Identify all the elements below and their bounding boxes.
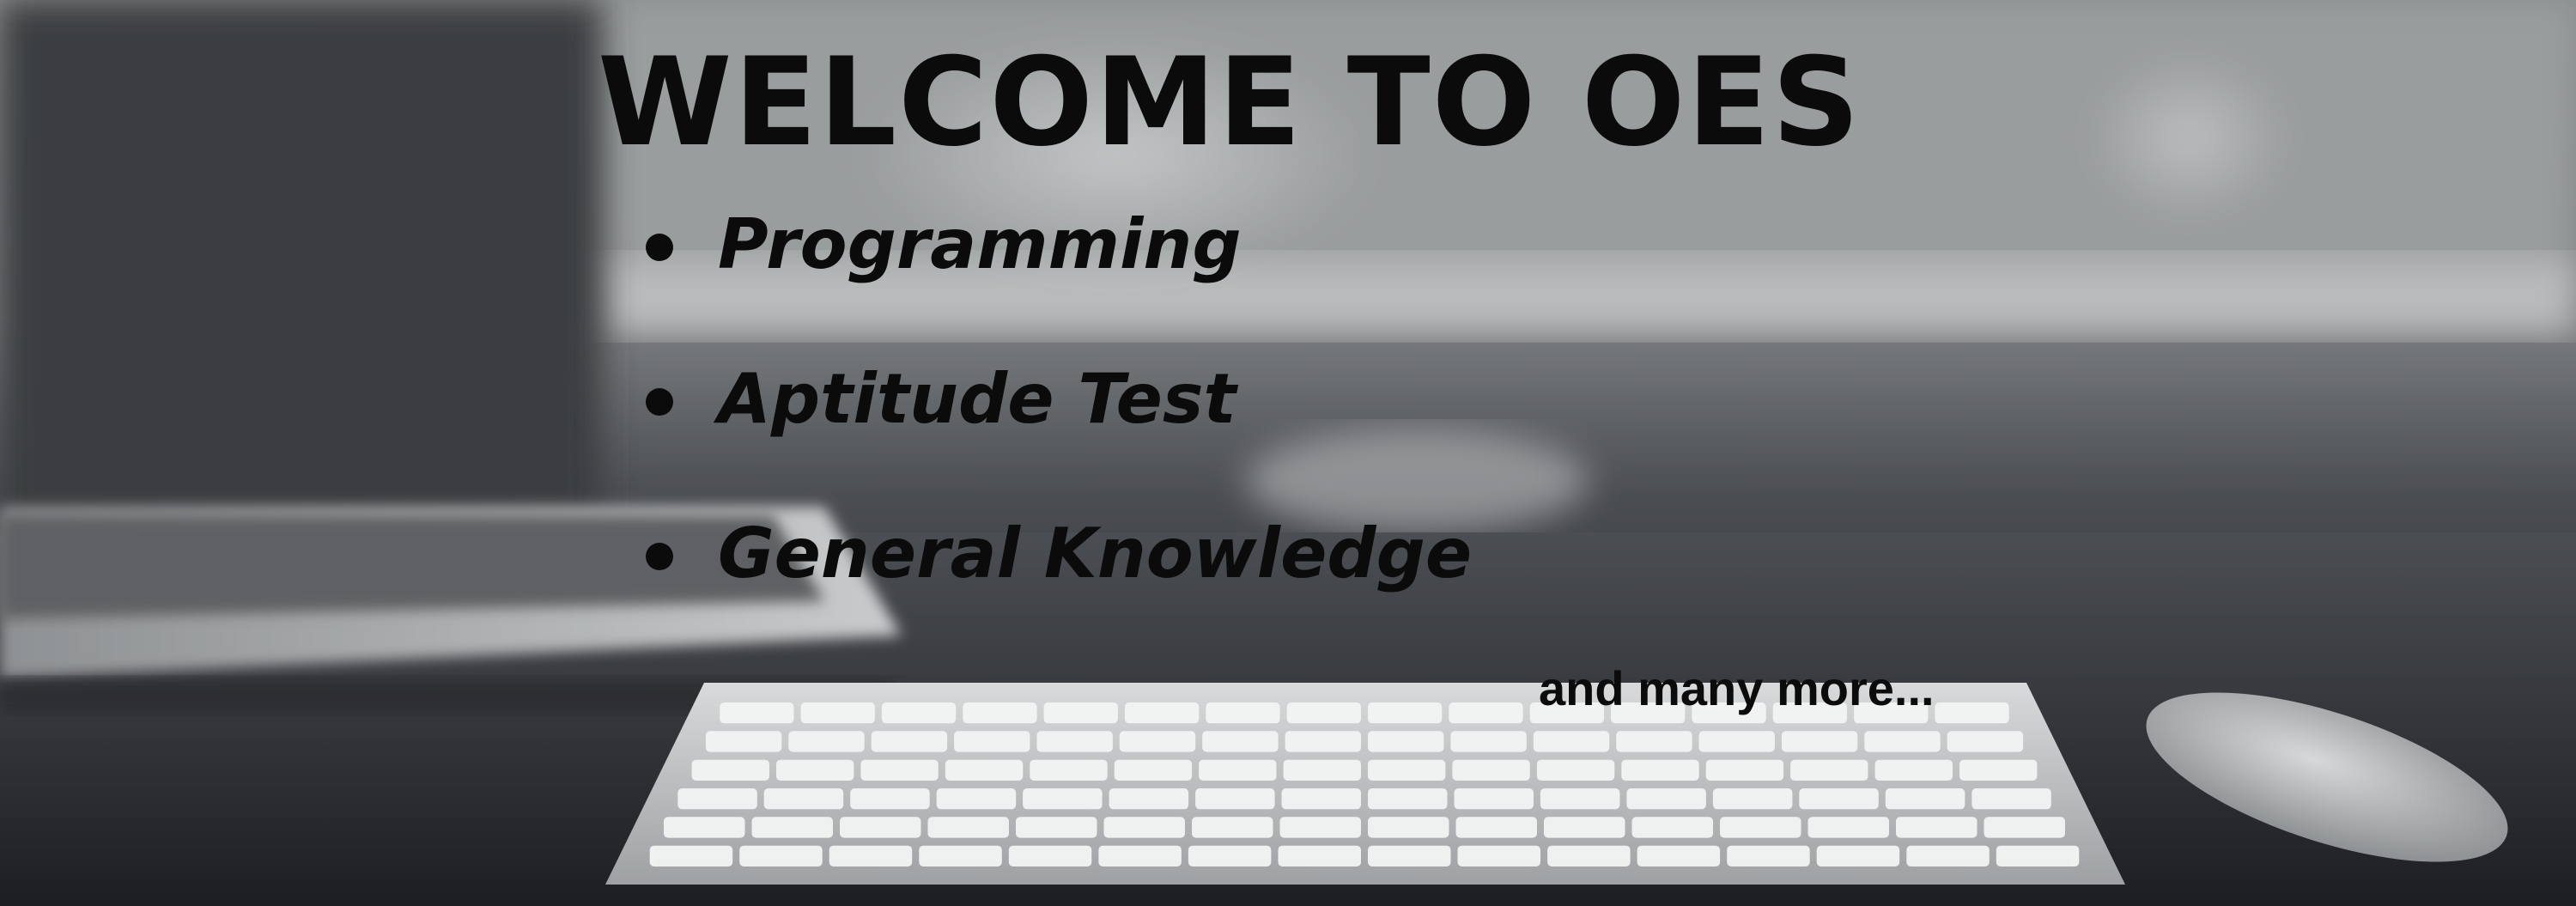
- welcome-headline: WELCOME TO OES: [598, 32, 1862, 173]
- tagline: and many more...: [1539, 661, 1935, 715]
- welcome-banner: WELCOME TO OES Programming Aptitude Test…: [0, 0, 2576, 906]
- bullet-icon: [646, 234, 673, 261]
- topic-label: General Knowledge: [718, 514, 1473, 593]
- bullet-icon: [646, 388, 673, 416]
- topic-label: Programming: [718, 204, 1242, 284]
- topic-label: Aptitude Test: [718, 359, 1236, 439]
- bullet-icon: [646, 543, 673, 570]
